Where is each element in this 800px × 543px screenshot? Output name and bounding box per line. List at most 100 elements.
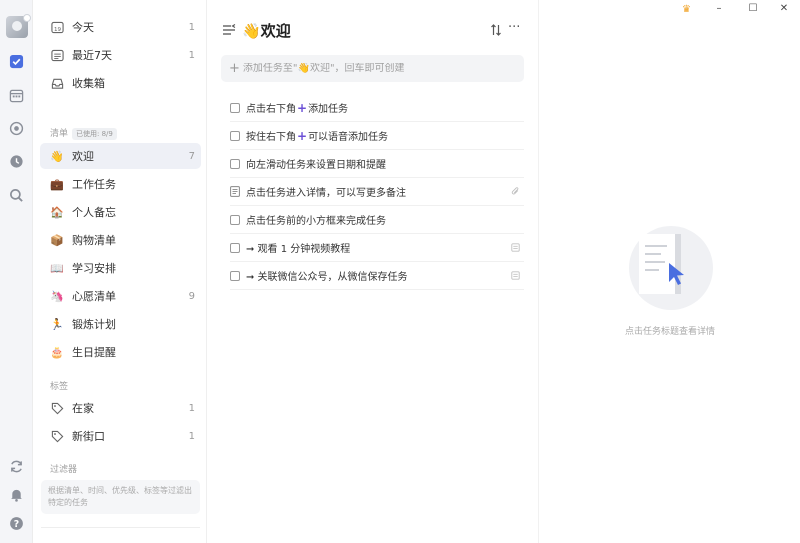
briefcase-icon: 💼 [50,177,64,191]
list-item-wishlist[interactable]: 🦄 心愿清单 9 [40,283,201,309]
nav-today[interactable]: 19 今天 1 [40,14,201,40]
task-row[interactable]: ➞ 观看 1 分钟视频教程 [230,234,524,262]
add-task-input[interactable] [242,63,513,74]
empty-detail-illustration-icon [629,226,713,310]
filter-hint-box[interactable]: 根据清单、时间、优先级、标签等过滤出特定的任务 [41,480,200,514]
list-item-shopping[interactable]: 📦 购物清单 [40,227,201,253]
task-title[interactable]: 点击任务进入详情，可以写更多备注 [246,184,406,199]
help-icon[interactable]: ? [8,515,25,532]
sync-icon[interactable] [8,458,25,475]
task-row[interactable]: 点击右下角+添加任务 [230,94,524,122]
crown-icon[interactable]: ♛ [682,4,691,15]
search-icon[interactable] [8,187,25,204]
list-item-label: 生日提醒 [72,346,116,359]
tag-item-at-home[interactable]: 在家 1 [40,395,201,421]
nav-next-7-days-count: 1 [188,49,195,61]
lists-usage-badge: 已使用: 8/9 [72,128,117,140]
list-item-count: 7 [188,150,195,162]
task-title[interactable]: 点击任务前的小方框来完成任务 [246,212,386,227]
task-checkbox[interactable] [230,158,240,169]
list-panel: 19 今天 1 最近7天 1 收集箱 清单 已使用: 8/9 👋 欢迎 7 💼 工… [34,0,207,543]
purple-plus-icon: + [297,101,308,115]
list-item-exercise[interactable]: 🏃 锻炼计划 [40,311,201,337]
list-item-label: 锻炼计划 [72,318,116,331]
calendar-week-icon [50,48,64,62]
note-icon [511,243,520,252]
house-icon: 🏠 [50,205,64,219]
list-item-label: 心愿清单 [72,290,116,303]
sort-icon[interactable] [490,24,502,36]
avatar-status-dot [23,14,31,22]
title-icon: 👋 [242,22,261,40]
nav-next-7-days[interactable]: 最近7天 1 [40,42,201,68]
list-item-welcome[interactable]: 👋 欢迎 7 [40,143,201,169]
list-item-label: 购物清单 [72,234,116,247]
calendar-day-icon: 19 [50,20,64,34]
minimize-button[interactable]: – [712,3,726,15]
task-title[interactable]: 按住右下角+可以语音添加任务 [246,128,388,143]
task-checkbox[interactable] [230,242,240,253]
list-item-label: 欢迎 [72,150,94,163]
clock-icon[interactable] [8,153,25,170]
nav-today-count: 1 [188,21,195,33]
nav-next-7-days-label: 最近7天 [72,49,112,62]
unicorn-icon: 🦄 [50,289,64,303]
bell-icon[interactable] [8,486,25,503]
task-title[interactable]: 向左滑动任务来设置日期和提醒 [246,156,386,171]
task-row[interactable]: 按住右下角+可以语音添加任务 [230,122,524,150]
list-item-personal[interactable]: 🏠 个人备忘 [40,199,201,225]
runner-icon: 🏃 [50,317,64,331]
task-checkbox[interactable] [230,214,240,225]
focus-target-icon[interactable] [8,120,25,137]
lists-section-label: 清单 [50,129,69,139]
attachment-icon [511,187,519,195]
list-item-count: 9 [188,290,195,302]
task-column: 👋欢迎 ··· + 点击右下角+添加任务 按住右下角+可以语音添加任务 向左滑动… [208,0,539,543]
list-item-study[interactable]: 📖 学习安排 [40,255,201,281]
task-row[interactable]: ➞ 关联微信公众号，从微信保存任务 [230,262,524,290]
task-row[interactable]: 点击任务前的小方框来完成任务 [230,206,524,234]
task-checkbox-icon[interactable] [8,53,25,70]
task-row[interactable]: 向左滑动任务来设置日期和提醒 [230,150,524,178]
tag-item-count: 1 [188,430,195,442]
nav-today-label: 今天 [72,21,94,34]
note-icon [511,271,520,280]
note-document-icon[interactable] [230,186,240,197]
svg-text:?: ? [14,519,19,530]
tag-icon [50,429,64,443]
list-item-work[interactable]: 💼 工作任务 [40,171,201,197]
collapse-menu-icon[interactable] [222,23,236,37]
waving-hand-icon: 👋 [50,149,64,163]
cake-icon: 🎂 [50,345,64,359]
empty-detail-text: 点击任务标题查看详情 [624,327,715,337]
list-item-birthday[interactable]: 🎂 生日提醒 [40,339,201,365]
task-title[interactable]: ➞ 观看 1 分钟视频教程 [246,240,350,255]
list-divider [41,527,200,528]
task-checkbox[interactable] [230,130,240,141]
purple-plus-icon: + [297,129,308,143]
filters-section-label: 过滤器 [50,465,78,475]
task-row[interactable]: 点击任务进入详情，可以写更多备注 [230,178,524,206]
task-checkbox[interactable] [230,102,240,113]
package-icon: 📦 [50,233,64,247]
add-task-bar[interactable]: + [221,55,524,82]
maximize-button[interactable]: ☐ [746,3,760,15]
more-options-icon[interactable]: ··· [508,21,522,37]
title-text: 欢迎 [260,22,291,40]
left-rail: ? [0,0,33,543]
inbox-icon [50,76,64,90]
list-item-label: 个人备忘 [72,206,116,219]
list-item-label: 学习安排 [72,262,116,275]
nav-inbox-label: 收集箱 [72,77,105,90]
task-title[interactable]: 点击右下角+添加任务 [246,100,348,115]
tags-section-label: 标签 [50,382,69,392]
plus-icon: + [229,61,240,76]
close-button[interactable]: ✕ [777,3,791,15]
nav-inbox[interactable]: 收集箱 [40,70,201,96]
task-title[interactable]: ➞ 关联微信公众号，从微信保存任务 [246,268,408,283]
task-checkbox[interactable] [230,270,240,281]
calendar-icon[interactable] [8,87,25,104]
tag-icon [50,401,64,415]
page-title: 👋欢迎 [242,20,291,41]
tag-item-xinjiekou[interactable]: 新街口 1 [40,423,201,449]
